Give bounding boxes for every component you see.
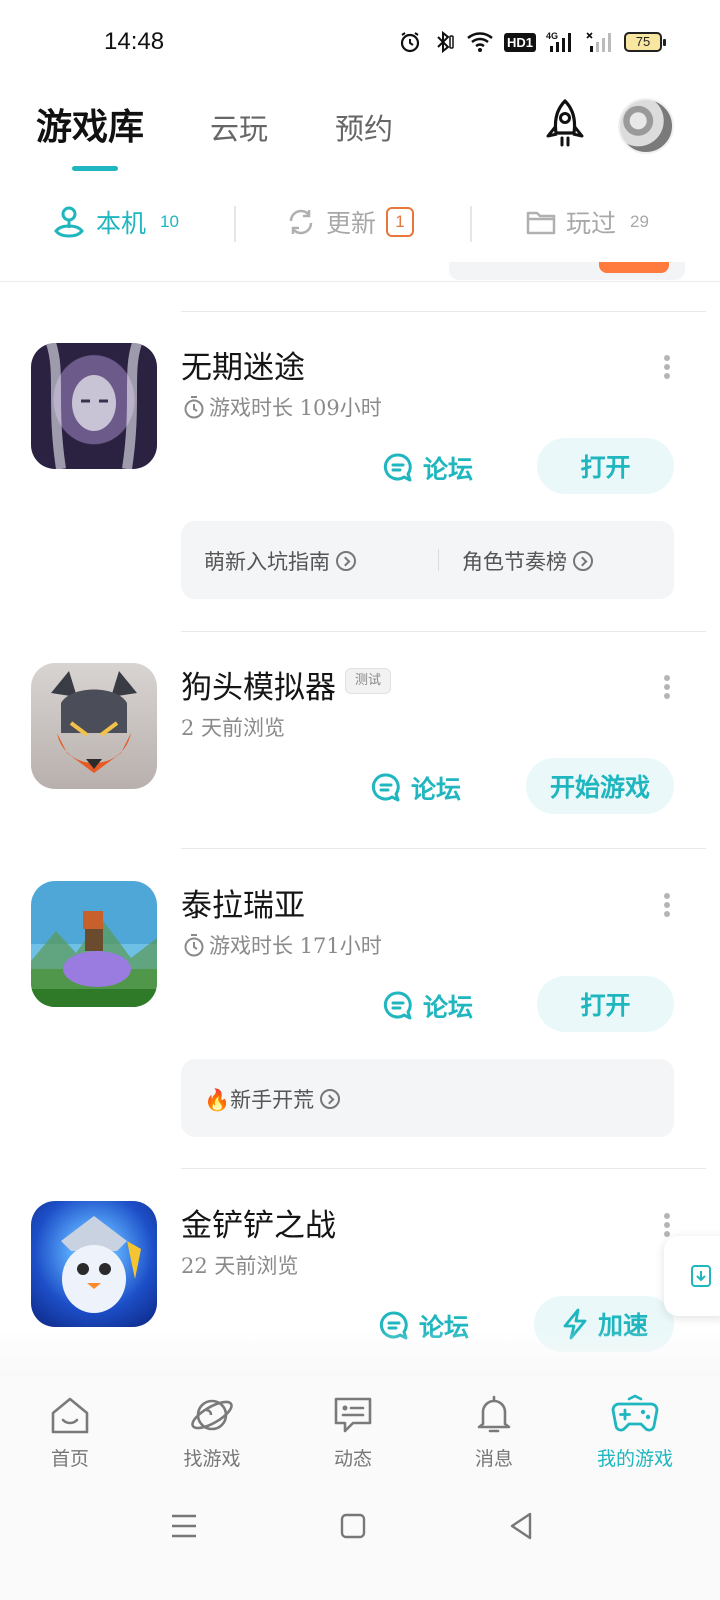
subtab-played[interactable]: 玩过 29 xyxy=(526,204,649,240)
message-icon xyxy=(334,1397,372,1433)
subtab-count: 29 xyxy=(630,212,649,231)
chat-bubble-icon xyxy=(383,991,412,1020)
forum-button[interactable]: 论坛 xyxy=(383,988,473,1024)
nav-home[interactable]: 首页 xyxy=(15,1394,125,1471)
refresh-icon xyxy=(289,209,313,235)
nav-messages[interactable]: 消息 xyxy=(439,1394,549,1471)
list-separator xyxy=(181,631,706,632)
nav-feed[interactable]: 动态 xyxy=(298,1394,408,1471)
tab-game-library[interactable]: 游戏库 xyxy=(36,98,144,150)
top-header: 游戏库 云玩 预约 xyxy=(0,88,720,188)
tab-reservation[interactable]: 预约 xyxy=(335,106,393,148)
tab-active-indicator xyxy=(72,166,118,171)
status-time: 14:48 xyxy=(104,28,165,55)
subtab-update[interactable]: 更新 1 xyxy=(286,204,415,240)
list-separator xyxy=(181,848,706,849)
header-divider xyxy=(0,281,720,282)
more-options-button[interactable] xyxy=(660,352,674,382)
subtab-local[interactable]: 本机 10 xyxy=(52,204,179,240)
peek-card xyxy=(449,262,685,280)
subtab-label: 玩过 xyxy=(566,209,617,238)
subtab-count: 10 xyxy=(160,212,179,231)
download-icon xyxy=(691,1265,711,1287)
arrow-circle-icon xyxy=(320,1089,341,1109)
forum-button[interactable]: 论坛 xyxy=(383,450,473,486)
nav-my-games[interactable]: 我的游戏 xyxy=(580,1394,690,1471)
subtabs: 本机 10 更新 1 玩过 29 xyxy=(0,196,720,252)
more-options-button[interactable] xyxy=(660,672,674,702)
guide-panel: 🔥新手开荒 xyxy=(181,1059,674,1137)
divider xyxy=(234,206,236,242)
folder-icon xyxy=(526,211,556,235)
game-icon-terraria[interactable] xyxy=(31,881,157,1007)
joystick-icon xyxy=(54,206,84,238)
list-separator xyxy=(181,1168,706,1169)
back-icon[interactable] xyxy=(508,1510,534,1542)
svg-text:4G: 4G xyxy=(546,31,558,41)
game-title: 无期迷途 xyxy=(181,350,305,386)
menu-icon[interactable] xyxy=(170,1510,198,1542)
status-bar: 14:48 HD1 4G 75 xyxy=(0,0,720,88)
start-game-button[interactable]: 开始游戏 xyxy=(526,758,674,814)
divider xyxy=(470,206,472,242)
signal-icon: 4G xyxy=(546,31,571,52)
guide-panel: 萌新入坑指南 角色节奏榜 xyxy=(181,521,674,599)
guide-link[interactable]: 🔥新手开荒 xyxy=(204,1084,341,1114)
user-avatar[interactable] xyxy=(618,98,674,154)
arrow-circle-icon xyxy=(573,551,593,571)
tab-cloud-play[interactable]: 云玩 xyxy=(210,106,268,148)
game-last-viewed: 22 天前浏览 xyxy=(181,1254,299,1278)
game-title: 金铲铲之战 xyxy=(181,1208,336,1244)
more-options-button[interactable] xyxy=(660,1210,674,1240)
system-navigation-bar xyxy=(0,1486,720,1600)
game-title: 狗头模拟器 xyxy=(181,670,336,706)
nav-find-games[interactable]: 找游戏 xyxy=(157,1394,267,1471)
subtab-label: 本机 xyxy=(96,209,147,238)
divider xyxy=(438,549,439,571)
guide-link[interactable]: 角色节奏榜 xyxy=(462,546,593,576)
battery-icon: 75 xyxy=(624,32,666,52)
gamepad-icon xyxy=(611,1394,659,1432)
hd-icon: HD1 xyxy=(503,32,536,52)
game-icon-goutou[interactable] xyxy=(31,663,157,789)
game-last-viewed: 2 天前浏览 xyxy=(181,716,286,740)
bottom-navigation: 首页 找游戏 动态 消息 我的游戏 xyxy=(0,1376,720,1486)
rocket-icon[interactable] xyxy=(540,98,590,152)
alarm-icon xyxy=(400,32,420,53)
signal-2-icon xyxy=(586,32,611,52)
game-playtime: 游戏时长 171小时 xyxy=(183,930,382,960)
arrow-circle-icon xyxy=(336,551,356,571)
game-icon-wuqimitu[interactable] xyxy=(31,343,157,469)
bluetooth-icon xyxy=(437,30,454,54)
guide-link[interactable]: 萌新入坑指南 xyxy=(204,546,356,576)
home-square-icon[interactable] xyxy=(340,1510,366,1542)
list-separator xyxy=(181,311,706,312)
wifi-icon xyxy=(467,32,493,52)
bottom-fade xyxy=(0,1330,720,1376)
game-icon-jinchanchan[interactable] xyxy=(31,1201,157,1327)
open-button[interactable]: 打开 xyxy=(537,438,674,494)
planet-icon xyxy=(191,1399,233,1431)
open-button[interactable]: 打开 xyxy=(537,976,674,1032)
forum-button[interactable]: 论坛 xyxy=(371,770,461,806)
subtab-label: 更新 xyxy=(326,209,377,238)
update-count-badge: 1 xyxy=(386,207,415,237)
more-options-button[interactable] xyxy=(660,890,674,920)
home-icon xyxy=(51,1397,89,1434)
chat-bubble-icon xyxy=(371,773,400,802)
test-badge: 测试 xyxy=(345,668,391,694)
chat-bubble-icon xyxy=(383,453,412,482)
status-icons: HD1 4G 75 xyxy=(398,30,666,54)
bell-icon xyxy=(477,1395,511,1433)
game-title: 泰拉瑞亚 xyxy=(181,888,305,924)
timer-icon xyxy=(184,396,204,419)
game-playtime: 游戏时长 109小时 xyxy=(183,392,382,422)
timer-icon xyxy=(184,934,204,957)
floating-side-button[interactable] xyxy=(664,1236,720,1316)
